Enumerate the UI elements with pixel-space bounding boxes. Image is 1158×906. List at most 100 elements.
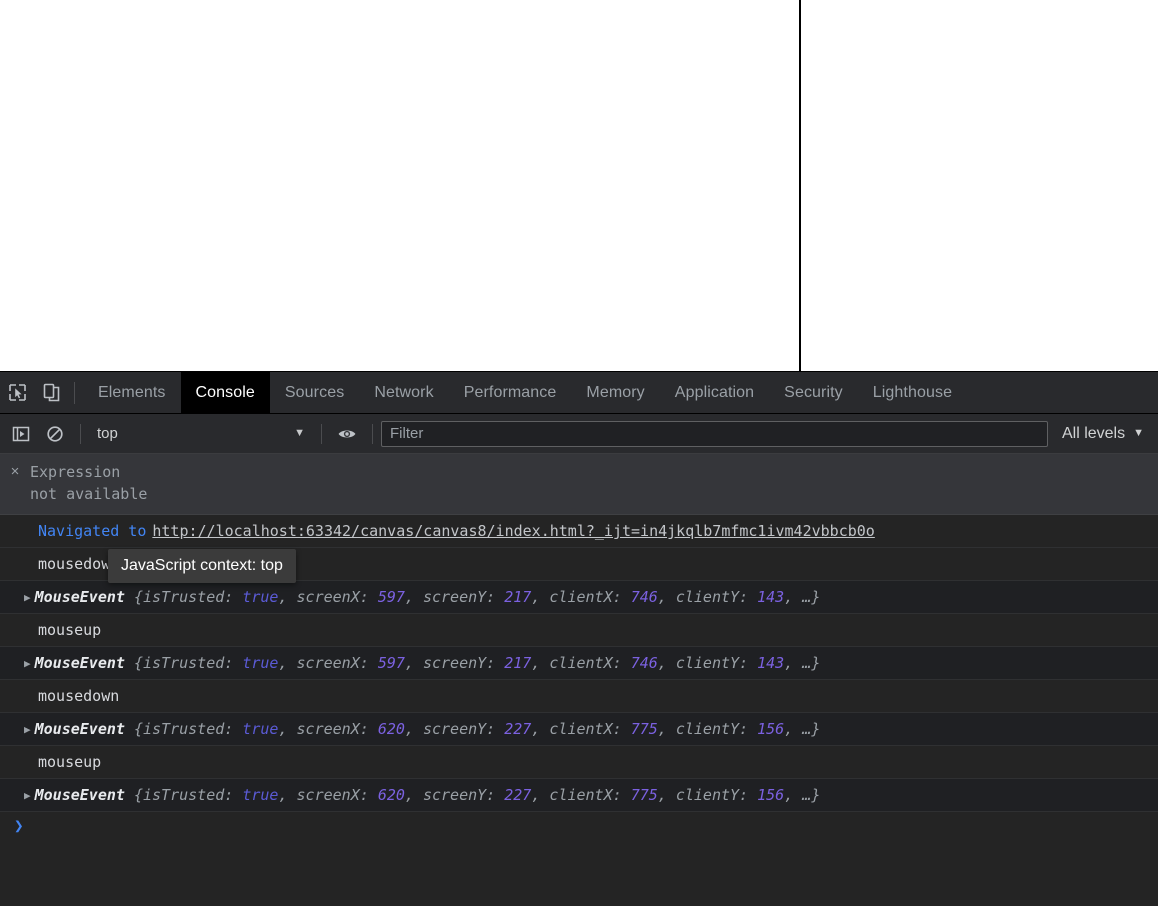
- tab-lighthouse[interactable]: Lighthouse: [858, 372, 967, 413]
- object-preview: MouseEvent {isTrusted: true, screenX: 59…: [35, 587, 821, 607]
- object-property-value: true: [242, 654, 279, 672]
- object-class-name: MouseEvent: [34, 588, 125, 606]
- comma: ,: [404, 720, 414, 738]
- object-property-value: 620: [377, 786, 405, 804]
- object-ellipsis: …: [793, 588, 812, 606]
- comma: ,: [657, 654, 667, 672]
- log-levels-value: All levels: [1061, 424, 1126, 442]
- open-brace: {: [124, 654, 143, 672]
- expand-arrow-icon[interactable]: ▶: [24, 658, 31, 669]
- object-property-key: screenX:: [287, 720, 378, 738]
- object-property-value: 143: [757, 654, 785, 672]
- object-property-key: clientX:: [540, 720, 631, 738]
- comma: ,: [278, 654, 288, 672]
- comma: ,: [784, 720, 794, 738]
- open-brace: {: [124, 786, 143, 804]
- close-brace: }: [811, 654, 821, 672]
- close-brace: }: [811, 786, 821, 804]
- tab-label: Security: [784, 383, 843, 401]
- object-property-value: 156: [757, 786, 785, 804]
- comma: ,: [278, 588, 288, 606]
- comma: ,: [404, 654, 414, 672]
- comma: ,: [657, 588, 667, 606]
- object-property-key: clientX:: [540, 654, 631, 672]
- tab-application[interactable]: Application: [660, 372, 769, 413]
- tab-elements[interactable]: Elements: [83, 372, 181, 413]
- comma: ,: [278, 720, 288, 738]
- expand-arrow-icon[interactable]: ▶: [24, 790, 31, 801]
- object-ellipsis: …: [793, 720, 812, 738]
- object-property-value: 597: [377, 654, 405, 672]
- object-ellipsis: …: [793, 654, 812, 672]
- tab-label: Console: [195, 383, 255, 401]
- object-preview: MouseEvent {isTrusted: true, screenX: 62…: [35, 785, 821, 805]
- console-row-object: ▶ MouseEvent {isTrusted: true, screenX: 5…: [0, 581, 1158, 614]
- console-prompt[interactable]: ❯: [0, 812, 1158, 852]
- object-preview: MouseEvent {isTrusted: true, screenX: 59…: [35, 653, 821, 673]
- navigated-url-link[interactable]: http://localhost:63342/canvas/canvas8/in…: [152, 521, 874, 541]
- object-property-value: 156: [757, 720, 785, 738]
- object-class-name: MouseEvent: [34, 786, 125, 804]
- js-context-value: top: [97, 425, 118, 442]
- expand-arrow-icon[interactable]: ▶: [24, 592, 31, 603]
- chevron-down-icon: ▼: [294, 427, 305, 439]
- expand-arrow-icon[interactable]: ▶: [24, 724, 31, 735]
- device-toolbar-icon[interactable]: [34, 372, 68, 413]
- comma: ,: [278, 786, 288, 804]
- object-property-value: true: [242, 588, 279, 606]
- comma: ,: [404, 786, 414, 804]
- comma: ,: [404, 588, 414, 606]
- js-context-tooltip: JavaScript context: top: [108, 549, 296, 583]
- object-property-key: isTrusted:: [143, 588, 243, 606]
- object-property-key: screenX:: [287, 588, 378, 606]
- tab-memory[interactable]: Memory: [571, 372, 659, 413]
- console-row-message: mouseup: [0, 746, 1158, 779]
- console-sidebar-icon[interactable]: [4, 417, 38, 451]
- console-message-list[interactable]: × Expression not available Navigated to ht…: [0, 454, 1158, 906]
- object-property-key: clientX:: [540, 588, 631, 606]
- object-property-value: 775: [630, 786, 658, 804]
- object-property-key: screenX:: [287, 786, 378, 804]
- chevron-down-icon: ▼: [1133, 427, 1144, 439]
- tab-network[interactable]: Network: [359, 372, 448, 413]
- close-brace: }: [811, 588, 821, 606]
- object-property-key: clientX:: [540, 786, 631, 804]
- filterbar-divider-1: [80, 423, 81, 444]
- close-icon[interactable]: ×: [0, 461, 30, 483]
- message-text: mouseup: [38, 753, 102, 771]
- tab-sources[interactable]: Sources: [270, 372, 359, 413]
- object-property-key: isTrusted:: [143, 654, 243, 672]
- object-property-value: 217: [504, 588, 532, 606]
- object-class-name: MouseEvent: [34, 720, 125, 738]
- js-context-selector[interactable]: top ▼: [89, 421, 313, 447]
- tab-console[interactable]: Console: [180, 372, 270, 413]
- object-property-value: 227: [504, 720, 532, 738]
- tab-label: Performance: [463, 383, 557, 401]
- object-property-value: 227: [504, 786, 532, 804]
- inspect-element-icon[interactable]: [0, 372, 34, 413]
- object-property-value: 775: [630, 720, 658, 738]
- tab-security[interactable]: Security: [769, 372, 858, 413]
- tab-label: Elements: [98, 383, 166, 401]
- object-property-key: screenX:: [287, 654, 378, 672]
- object-property-value: 620: [377, 720, 405, 738]
- clear-console-icon[interactable]: [38, 417, 72, 451]
- log-levels-selector[interactable]: All levels ▼: [1054, 421, 1154, 447]
- message-text: mouseup: [38, 621, 102, 639]
- console-row-object: ▶ MouseEvent {isTrusted: true, screenX: 5…: [0, 647, 1158, 680]
- object-property-value: 143: [757, 588, 785, 606]
- live-expression-eye-icon[interactable]: [330, 417, 364, 451]
- devtools-tabstrip: Elements Console Sources Network Perform…: [0, 372, 1158, 414]
- comma: ,: [784, 588, 794, 606]
- banner-text: Expression not available: [30, 461, 147, 505]
- tab-performance[interactable]: Performance: [449, 372, 572, 413]
- comma: ,: [784, 786, 794, 804]
- console-row-navigated: Navigated to http://localhost:63342/canva…: [0, 515, 1158, 548]
- console-filter-bar: top ▼ All levels ▼: [0, 414, 1158, 454]
- object-property-key: isTrusted:: [143, 786, 243, 804]
- comma: ,: [657, 720, 667, 738]
- object-property-key: clientY:: [666, 786, 758, 804]
- filter-input[interactable]: [381, 420, 1048, 447]
- devtools-panel: Elements Console Sources Network Perform…: [0, 371, 1158, 906]
- object-property-key: screenY:: [413, 588, 505, 606]
